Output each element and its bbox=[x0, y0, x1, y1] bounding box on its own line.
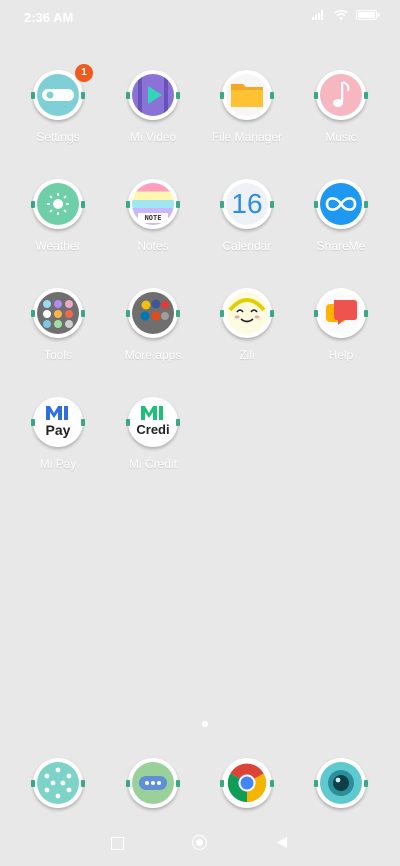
mi-credit-icon: Credi bbox=[132, 401, 174, 443]
app-mi-credit[interactable]: Credi Mi Credit bbox=[107, 391, 199, 495]
camera-icon bbox=[320, 762, 362, 804]
settings-icon bbox=[37, 74, 79, 116]
mi-pay-icon: Pay bbox=[37, 401, 79, 443]
app-tools[interactable]: Tools bbox=[12, 282, 104, 386]
app-help[interactable]: Help bbox=[295, 282, 387, 386]
recents-button[interactable] bbox=[111, 837, 124, 850]
app-label: Settings bbox=[36, 130, 80, 144]
tools-folder-icon bbox=[37, 292, 79, 334]
status-time: 2:36 AM bbox=[24, 10, 74, 25]
app-settings[interactable]: 1 Settings bbox=[12, 64, 104, 168]
app-label: File Manager bbox=[211, 130, 283, 144]
page-indicator bbox=[202, 721, 208, 727]
app-label: Mi Pay bbox=[39, 457, 77, 471]
mi-credit-icon-text: Credi bbox=[136, 422, 170, 437]
shareme-icon bbox=[320, 183, 362, 225]
app-shareme[interactable]: ShareMe bbox=[295, 173, 387, 277]
mi-video-icon bbox=[132, 74, 174, 116]
app-label: More apps bbox=[124, 348, 182, 362]
status-bar: 2:36 AM bbox=[0, 0, 400, 36]
app-label: Weather bbox=[35, 239, 81, 253]
home-button[interactable] bbox=[192, 835, 207, 850]
phone-icon bbox=[37, 762, 79, 804]
more-apps-folder-icon bbox=[132, 292, 174, 334]
battery-icon bbox=[356, 10, 380, 20]
calendar-day: 16 bbox=[231, 188, 263, 219]
notes-icon-text: NOTE bbox=[138, 213, 168, 223]
folder-icon bbox=[226, 74, 268, 116]
app-label: Zili bbox=[239, 348, 255, 362]
notes-icon: NOTE bbox=[132, 183, 174, 225]
app-label: Notes bbox=[137, 239, 169, 253]
app-label: Help bbox=[328, 348, 354, 362]
weather-icon bbox=[37, 183, 79, 225]
dock bbox=[0, 752, 400, 822]
app-label: Calendar bbox=[222, 239, 272, 253]
chrome-icon bbox=[226, 762, 268, 804]
app-label: Mi Video bbox=[129, 130, 177, 144]
app-file-manager[interactable]: File Manager bbox=[201, 64, 293, 168]
app-label: Tools bbox=[43, 348, 72, 362]
app-label: Music bbox=[325, 130, 357, 144]
mi-pay-icon-text: Pay bbox=[45, 422, 71, 438]
app-music[interactable]: Music bbox=[295, 64, 387, 168]
navigation-bar bbox=[0, 826, 400, 862]
help-icon bbox=[320, 292, 362, 334]
back-button[interactable] bbox=[276, 836, 288, 849]
app-more-apps[interactable]: More apps bbox=[107, 282, 199, 386]
app-notes[interactable]: NOTE Notes bbox=[107, 173, 199, 277]
messaging-icon bbox=[132, 762, 174, 804]
calendar-icon: 16 bbox=[226, 183, 268, 225]
music-icon bbox=[320, 74, 362, 116]
app-zili[interactable]: Zili bbox=[201, 282, 293, 386]
notification-badge: 1 bbox=[75, 64, 93, 82]
app-weather[interactable]: Weather bbox=[12, 173, 104, 277]
zili-icon bbox=[226, 292, 268, 334]
app-label: ShareMe bbox=[316, 239, 366, 253]
app-mi-pay[interactable]: Pay Mi Pay bbox=[12, 391, 104, 495]
home-dot-icon bbox=[196, 839, 203, 846]
app-calendar[interactable]: 16 Calendar bbox=[201, 173, 293, 277]
app-mi-video[interactable]: Mi Video bbox=[107, 64, 199, 168]
wifi-icon bbox=[334, 10, 348, 20]
signal-icon bbox=[312, 10, 323, 20]
app-label: Mi Credit bbox=[128, 457, 177, 471]
